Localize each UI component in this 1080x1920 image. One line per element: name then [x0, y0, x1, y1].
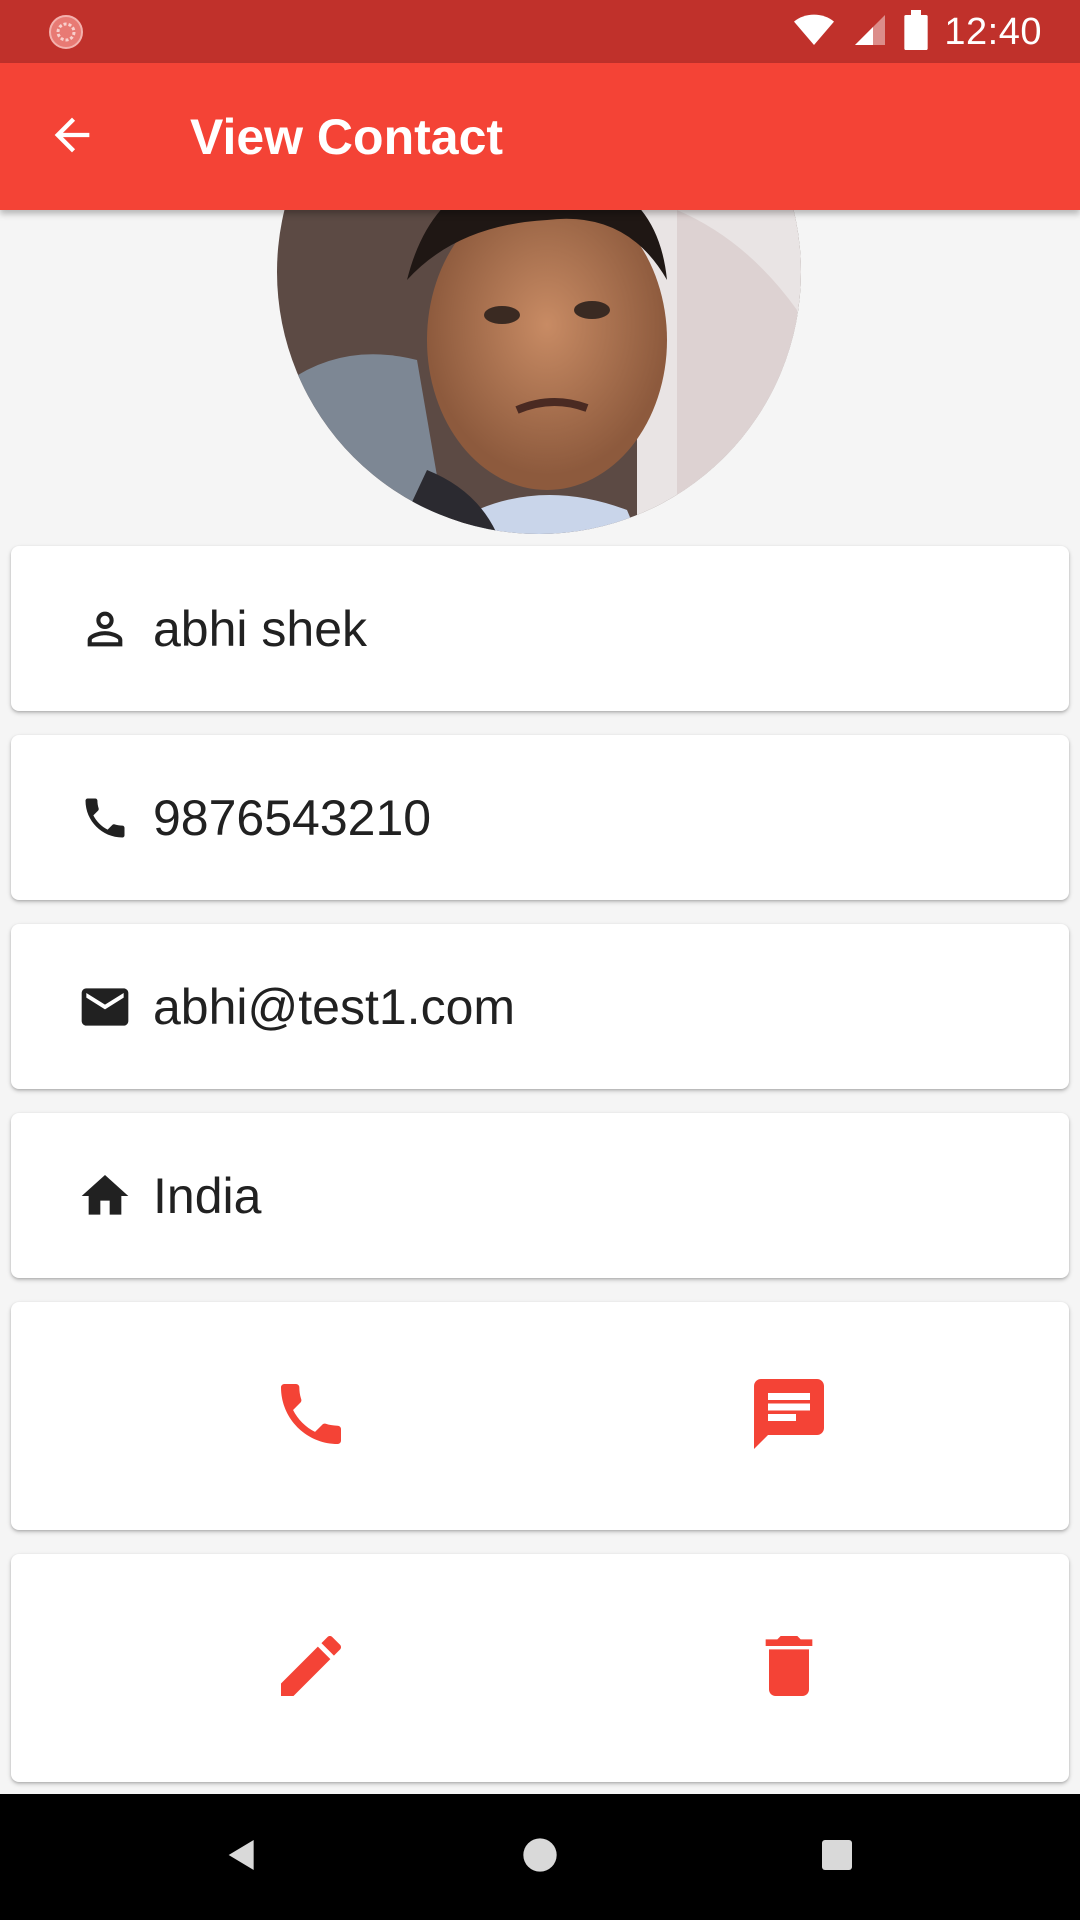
home-icon: [73, 1164, 137, 1228]
contact-address: India: [153, 1167, 262, 1224]
recents-square-icon: [819, 1837, 855, 1878]
address-card: India: [11, 1113, 1069, 1278]
notification-icon: [48, 14, 84, 50]
wifi-icon: [792, 10, 836, 55]
page-title: View Contact: [190, 109, 504, 165]
call-button[interactable]: [263, 1368, 359, 1464]
signal-icon: [852, 10, 888, 55]
back-triangle-icon: [222, 1835, 262, 1880]
contact-phone: 9876543210: [153, 789, 432, 846]
nav-home-button[interactable]: [510, 1827, 570, 1887]
person-icon: [73, 597, 137, 661]
navigation-bar: [0, 1794, 1080, 1920]
message-button[interactable]: [741, 1368, 837, 1464]
name-card: abhi shek: [11, 546, 1069, 711]
app-bar: View Contact: [0, 63, 1080, 210]
communication-actions-card: [11, 1302, 1069, 1530]
nav-recents-button[interactable]: [807, 1827, 867, 1887]
arrow-back-icon: [46, 109, 98, 166]
email-card: abhi@test1.com: [11, 924, 1069, 1089]
phone-card: 9876543210: [11, 735, 1069, 900]
delete-button[interactable]: [741, 1620, 837, 1716]
status-bar: 12:40: [0, 0, 1080, 63]
back-button[interactable]: [40, 105, 104, 169]
edit-icon: [271, 1626, 351, 1711]
contact-name: abhi shek: [153, 600, 368, 657]
call-icon: [271, 1374, 351, 1459]
status-time: 12:40: [944, 10, 1042, 53]
battery-icon: [904, 9, 929, 55]
status-icons: 12:40: [792, 8, 1042, 56]
edit-button[interactable]: [263, 1620, 359, 1716]
message-icon: [747, 1372, 831, 1461]
avatar-container: [277, 210, 801, 534]
email-icon: [73, 975, 137, 1039]
avatar: [277, 210, 801, 534]
phone-icon: [73, 786, 137, 850]
manage-actions-card: [11, 1554, 1069, 1782]
contact-email: abhi@test1.com: [153, 978, 516, 1035]
nav-back-button[interactable]: [212, 1827, 272, 1887]
home-circle-icon: [520, 1835, 560, 1880]
delete-icon: [749, 1626, 829, 1711]
